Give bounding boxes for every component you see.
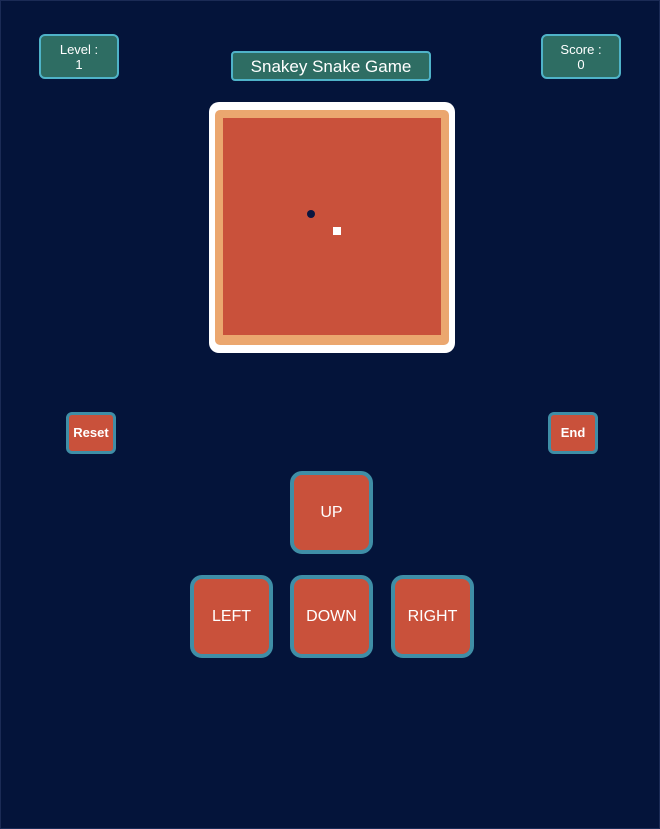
game-board <box>223 118 441 335</box>
game-board-frame <box>209 102 455 353</box>
right-button[interactable]: RIGHT <box>391 575 474 658</box>
score-display: Score : 0 <box>541 34 621 79</box>
level-display: Level : 1 <box>39 34 119 79</box>
end-button[interactable]: End <box>548 412 598 454</box>
left-button[interactable]: LEFT <box>190 575 273 658</box>
up-button[interactable]: UP <box>290 471 373 554</box>
reset-button[interactable]: Reset <box>66 412 116 454</box>
food-dot <box>307 210 315 218</box>
level-label: Level : <box>59 42 99 57</box>
down-button[interactable]: DOWN <box>290 575 373 658</box>
score-label: Score : <box>560 42 602 57</box>
game-board-border <box>215 110 449 345</box>
level-value: 1 <box>75 57 83 72</box>
score-value: 0 <box>577 57 585 72</box>
game-title: Snakey Snake Game <box>231 51 431 81</box>
snake-head <box>333 227 341 235</box>
